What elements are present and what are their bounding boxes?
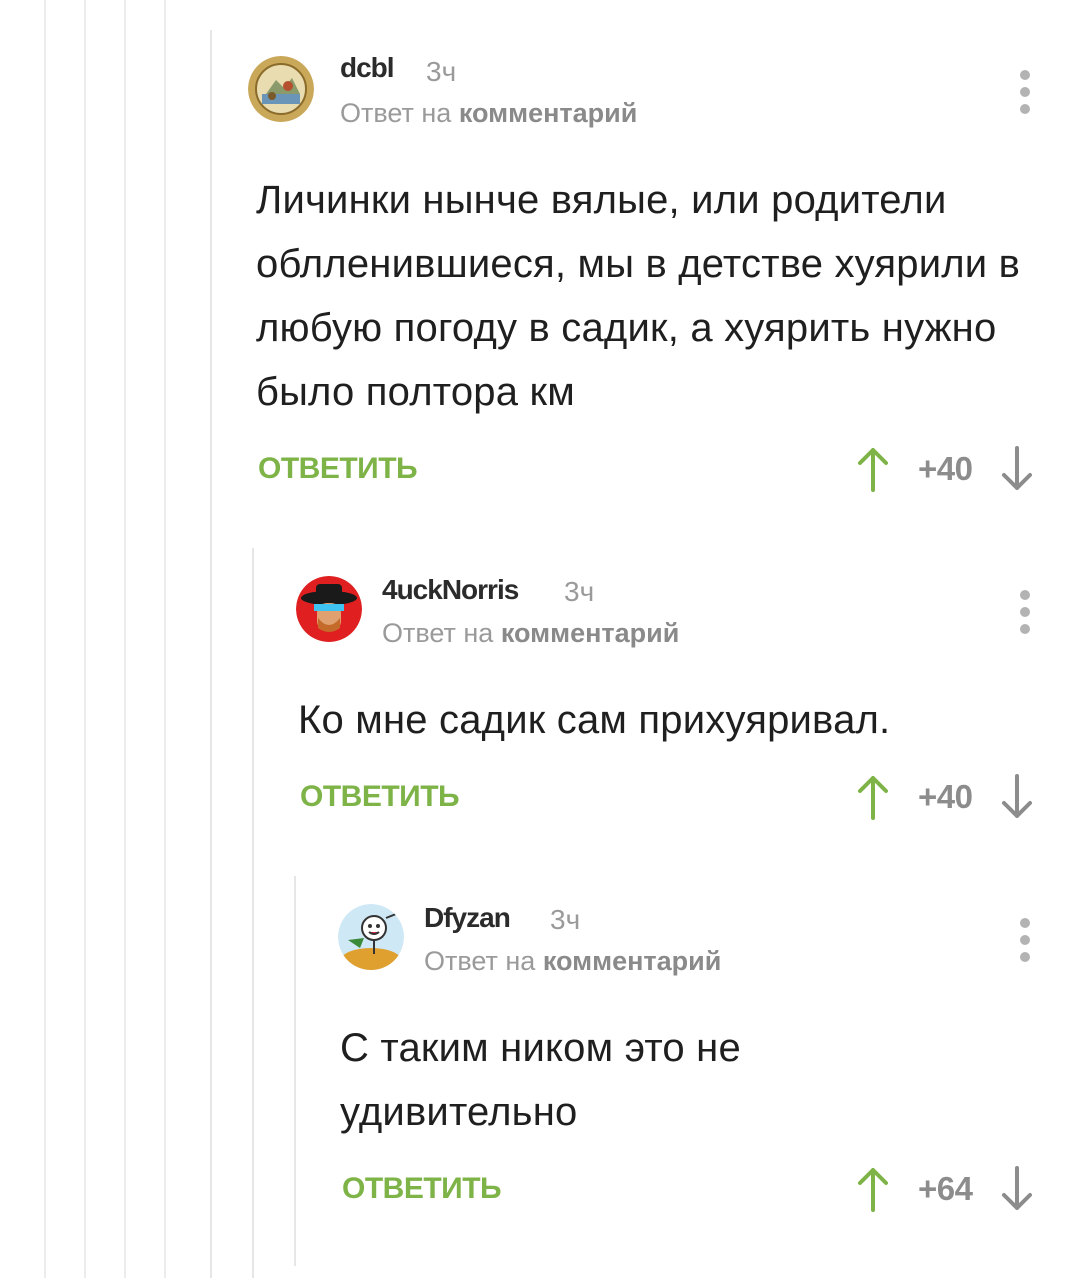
timestamp: 3ч (550, 904, 581, 935)
more-options-icon[interactable] (1010, 918, 1040, 962)
comment: Dfyzan 3ч Ответ на комментарий С таким н… (0, 0, 1080, 1260)
comment-body: С таким ником это не удивительно (340, 1026, 741, 1134)
reply-button[interactable]: ОТВЕТИТЬ (342, 1172, 502, 1206)
username[interactable]: Dfyzan (424, 902, 511, 934)
vote-controls: +64 (856, 1164, 1034, 1214)
reply-to-link[interactable]: комментарий (543, 946, 722, 976)
upvote-icon[interactable] (856, 1166, 890, 1212)
reply-to-info: Ответ на комментарий (424, 946, 721, 977)
reply-to-prefix: Ответ на (424, 946, 536, 976)
cartoon-character-avatar[interactable] (338, 904, 404, 970)
downvote-icon[interactable] (1000, 1166, 1034, 1212)
rating-value: +64 (918, 1170, 973, 1207)
